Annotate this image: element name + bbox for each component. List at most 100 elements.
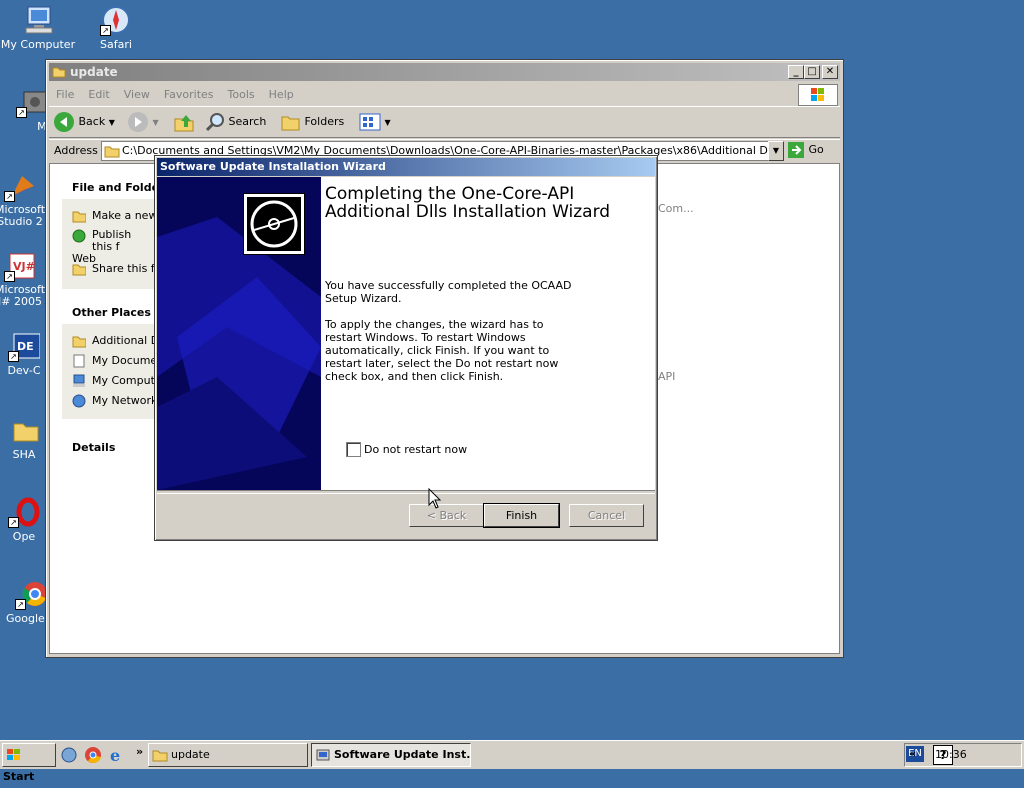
wizard-body: Completing the One-Core-API Additional D… <box>157 177 655 490</box>
computer-icon <box>22 4 54 36</box>
taskbar-item-update[interactable]: update <box>148 743 308 767</box>
folder-icon <box>8 414 40 446</box>
quicklaunch-more-chevron-icon[interactable]: » <box>136 745 143 758</box>
svg-text:VJ#: VJ# <box>13 260 35 273</box>
windows-logo-icon <box>7 749 20 760</box>
explorer-title: update <box>70 65 118 79</box>
task-share-folder[interactable]: Share this fo <box>72 262 161 276</box>
views-button[interactable]: ▼ <box>359 111 393 133</box>
menu-file[interactable]: File <box>49 84 81 101</box>
maximize-button[interactable]: □ <box>804 65 820 79</box>
desktop-icon-my-computer[interactable]: My Computer <box>0 4 76 51</box>
start-label: Start <box>3 770 35 783</box>
desktop-icon-label: Microsoft J# 2005 <box>0 283 46 308</box>
menu-view[interactable]: View <box>117 84 157 101</box>
do-not-restart-checkbox[interactable] <box>346 442 361 457</box>
do-not-restart-label[interactable]: Do not restart now <box>364 443 467 456</box>
back-button[interactable]: < Back <box>409 504 484 527</box>
start-button[interactable]: Start <box>2 743 56 783</box>
search-icon <box>205 113 224 132</box>
task-publish-to-web[interactable]: Publish this f Web <box>72 229 132 265</box>
forward-button[interactable]: ▼ <box>127 111 167 133</box>
folder-icon <box>152 750 168 762</box>
svg-text:DE: DE <box>17 340 34 353</box>
svg-text:e: e <box>110 746 120 764</box>
system-tray: « 10:36 <box>904 743 1022 767</box>
tray-expand-chevron-icon[interactable]: « <box>909 747 916 760</box>
quicklaunch-ie-icon[interactable]: e <box>108 746 126 767</box>
desktop-icon-label: Microsoft Studio 2 <box>0 203 46 228</box>
taskbar-item-label: Software Update Inst... <box>334 748 471 761</box>
chrome-icon: ↗ <box>15 578 47 610</box>
menu-favorites[interactable]: Favorites <box>157 84 221 101</box>
quicklaunch-show-desktop-icon[interactable] <box>60 746 78 767</box>
computer-icon <box>73 374 85 387</box>
folder-icon <box>72 336 86 348</box>
menu-tools[interactable]: Tools <box>221 84 262 101</box>
quicklaunch-chrome-icon[interactable] <box>84 746 102 767</box>
file-description-text: Com... <box>658 202 694 215</box>
search-button[interactable]: Search <box>205 111 275 133</box>
up-folder-button[interactable] <box>173 111 197 133</box>
search-label: Search <box>228 115 267 128</box>
menu-edit[interactable]: Edit <box>81 84 116 101</box>
compass-icon: ↗ <box>100 4 132 36</box>
folders-button[interactable]: Folders <box>281 111 351 133</box>
wizard-banner <box>157 177 321 490</box>
explorer-menubar: File Edit View Favorites Tools Help <box>49 84 840 106</box>
forward-arrow-icon <box>128 112 148 132</box>
place-label: Additional Dl <box>92 334 163 347</box>
back-arrow-icon <box>54 112 74 132</box>
new-folder-icon <box>72 211 86 223</box>
chevron-down-icon: ▼ <box>384 118 391 127</box>
globe-icon <box>72 229 86 243</box>
go-arrow-icon <box>788 142 804 158</box>
opera-icon: ↗ <box>8 496 40 528</box>
go-label: Go <box>808 143 824 156</box>
address-dropdown-button[interactable]: ▼ <box>768 141 784 161</box>
wizard-dialog: Software Update Installation Wizard Comp… <box>154 155 658 541</box>
finish-button[interactable]: Finish <box>483 503 560 528</box>
chevron-down-icon: ▼ <box>152 118 159 127</box>
desktop-icon-label: My Computer <box>0 38 76 51</box>
visual-studio-icon: ↗ <box>4 170 36 202</box>
mouse-cursor-icon <box>428 488 442 509</box>
taskbar-item-label: update <box>171 748 210 761</box>
folder-icon <box>104 146 120 158</box>
go-button[interactable]: Go <box>787 140 837 160</box>
disc-icon <box>243 193 305 255</box>
wizard-separator <box>157 490 655 494</box>
back-button[interactable]: Back ▼ <box>53 111 123 133</box>
task-label: Make a new <box>92 209 158 222</box>
wizard-heading: Completing the One-Core-API Additional D… <box>325 184 611 222</box>
explorer-toolbar: Back ▼ ▼ Search Folders ▼ <box>49 106 840 138</box>
menu-help[interactable]: Help <box>262 84 301 101</box>
place-my-computer[interactable]: My Compute <box>72 374 162 388</box>
task-label: Share this fo <box>92 262 162 275</box>
file-description-text: API <box>658 370 676 383</box>
chevron-down-icon: ▼ <box>108 118 115 127</box>
up-folder-icon <box>174 115 194 132</box>
share-folder-icon <box>72 264 86 276</box>
folders-label: Folders <box>304 115 345 128</box>
cancel-button[interactable]: Cancel <box>569 504 644 527</box>
place-label: My Compute <box>92 374 162 387</box>
desktop-icon-safari[interactable]: ↗ Safari <box>78 4 154 51</box>
desktop-icon-visual-studio[interactable]: ↗ Microsoft Studio 2 <box>0 170 50 228</box>
place-label: My Documer <box>92 354 162 367</box>
taskbar-item-wizard[interactable]: Software Update Inst... <box>311 743 471 767</box>
dev-cpp-icon: DE ↗ <box>8 330 41 362</box>
explorer-titlebar[interactable]: update _ □ ✕ <box>49 63 840 81</box>
documents-icon <box>73 354 85 368</box>
views-icon <box>359 113 381 131</box>
close-button[interactable]: ✕ <box>822 65 838 79</box>
place-my-network[interactable]: My Network <box>72 394 157 408</box>
installer-icon <box>316 749 330 761</box>
minimize-button[interactable]: _ <box>788 65 804 79</box>
task-make-new-folder[interactable]: Make a new <box>72 209 157 223</box>
place-my-documents[interactable]: My Documer <box>72 354 162 368</box>
wizard-titlebar[interactable]: Software Update Installation Wizard <box>157 158 655 176</box>
clock[interactable]: 10:36 <box>935 748 967 761</box>
desktop-icon-jsharp[interactable]: VJ# ↗ Microsoft J# 2005 <box>0 250 50 308</box>
place-additional-dlls[interactable]: Additional Dl <box>72 334 162 348</box>
